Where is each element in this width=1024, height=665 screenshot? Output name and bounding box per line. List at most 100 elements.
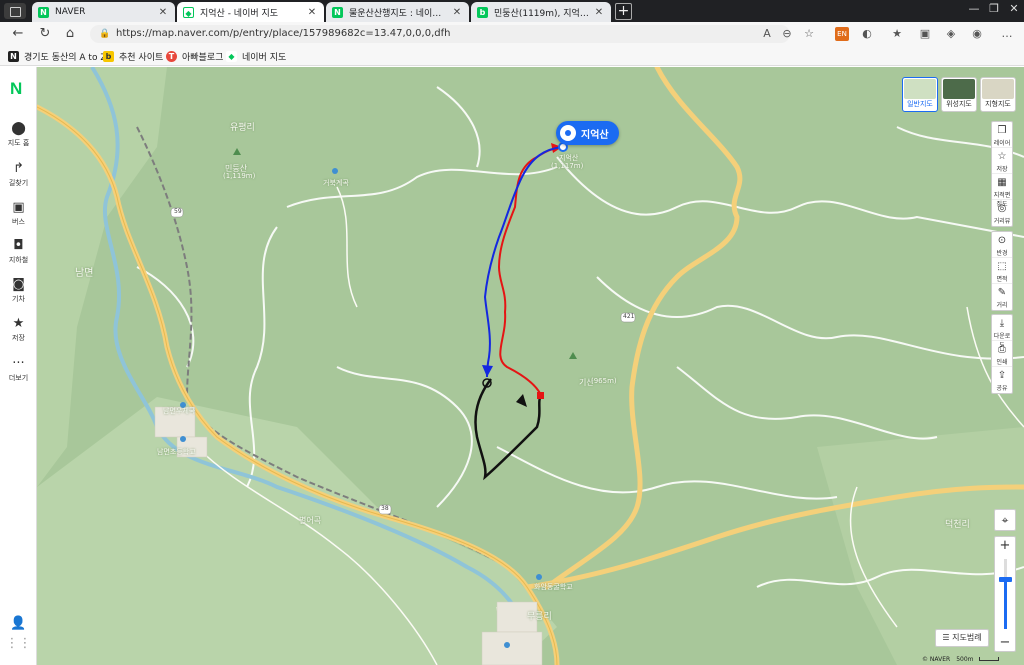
bookmark-label: 아빠블로그: [182, 52, 224, 63]
tool-share[interactable]: ⇪ 공유: [992, 367, 1012, 393]
tool-streetview[interactable]: ◎ 거리뷰: [992, 200, 1012, 226]
zoom-out-button[interactable]: −: [995, 635, 1015, 650]
more-menu-icon[interactable]: …: [1000, 27, 1014, 41]
sidebar-item-label: 지도 홈: [7, 139, 30, 147]
sidebar-item-saved[interactable]: ★ 저장: [0, 316, 37, 343]
place-hwaam: 화암동굴학교: [534, 583, 573, 591]
sidebar-item-train[interactable]: ◙ 기차: [0, 277, 37, 304]
bookmark-item[interactable]: b 추천 사이트: [103, 49, 163, 63]
user-profile-icon[interactable]: 👤: [0, 616, 37, 632]
bookmark-item[interactable]: N 경기도 동산의 A to Z: [8, 49, 106, 63]
window-menu-icon[interactable]: [4, 3, 26, 19]
back-icon[interactable]: ←: [10, 26, 26, 42]
map-type-switcher: 일반지도 위성지도 지형지도: [902, 77, 1016, 112]
sidebar-item-map-home[interactable]: ⬤ 지도 홈: [0, 121, 37, 148]
tool-label: 면적: [996, 276, 1008, 283]
bus-icon: ▣: [12, 200, 25, 215]
close-window-icon[interactable]: ✕: [1004, 2, 1024, 15]
tab-title: 물운산산행지도 : 네이버 VIEW검: [349, 8, 447, 19]
place-pin-marker[interactable]: 지억산: [556, 121, 619, 145]
close-tab-icon[interactable]: ✕: [451, 7, 463, 18]
extension-puzzle-icon[interactable]: ◐: [860, 27, 874, 41]
naver-logo[interactable]: N: [10, 79, 22, 99]
bookmark-label: 네이버 지도: [242, 52, 287, 63]
tool-label: 인쇄: [996, 359, 1008, 366]
map-terrain: [37, 67, 1024, 665]
naver-favicon-icon: N: [38, 6, 49, 18]
directions-icon: ↱: [13, 161, 24, 176]
address-bar[interactable]: 🔒 https://map.naver.com/p/entry/place/15…: [90, 25, 790, 43]
copilot-icon[interactable]: ◈: [944, 27, 958, 41]
bookmark-item[interactable]: ◆ 네이버 지도: [226, 49, 286, 63]
sidebar-item-directions[interactable]: ↱ 길찾기: [0, 161, 37, 188]
map-legend-button[interactable]: ☰ 지도범례: [935, 629, 989, 647]
map-scale: © NAVER 500m: [922, 654, 1000, 664]
home-icon[interactable]: ⌂: [62, 26, 78, 42]
sidebar-item-subway[interactable]: ◘ 지하철: [0, 238, 37, 265]
tool-save[interactable]: ☆ 저장: [992, 148, 1012, 174]
apps-grid-icon[interactable]: ⋮⋮: [0, 636, 37, 652]
account-icon[interactable]: ◉: [970, 27, 984, 41]
ruler-icon: ✎: [997, 287, 1007, 298]
tool-label: 레이어: [993, 140, 1011, 147]
address-toolbar: ← ↻ ⌂ 🔒 https://map.naver.com/p/entry/pl…: [0, 22, 1024, 46]
map-canvas[interactable]: 유평리 남면 민둥산 (1,119m) 지억산 (1,117m) 기산 (965…: [37, 67, 1024, 665]
close-tab-icon[interactable]: ✕: [157, 7, 169, 18]
map-tools-measure: ⊙ 반경 ⬚ 면적 ✎ 거리: [991, 231, 1013, 311]
sidebar-item-more[interactable]: ··· 더보기: [0, 356, 37, 383]
bookmarks-bar: N 경기도 동산의 A to Z b 추천 사이트 T 아빠블로그 ◆ 네이버 …: [0, 46, 1024, 66]
tool-label: 거리: [996, 302, 1008, 309]
tool-print[interactable]: ⎙ 인쇄: [992, 341, 1012, 367]
sidebar-item-label: 더보기: [8, 374, 29, 382]
naver-map-icon: ◆: [226, 50, 237, 62]
tool-cadastral[interactable]: ▦ 지적편집도: [992, 174, 1012, 208]
zoom-icon[interactable]: ⊖: [780, 27, 794, 41]
bookmark-item[interactable]: T 아빠블로그: [166, 49, 223, 63]
layers-icon: ❒: [997, 125, 1007, 136]
radius-icon: ⊙: [997, 235, 1007, 246]
place-post-office: 남면우체국: [163, 407, 196, 415]
place-mureungri: 무릉리: [527, 612, 552, 622]
current-location-button[interactable]: ⌖: [994, 509, 1016, 531]
browser-tab-naver[interactable]: N NAVER ✕: [32, 2, 175, 22]
scale-label: 500m: [956, 655, 974, 663]
browser-tab-blog-post[interactable]: b 민둥산(1119m), 지억산(물운산 1 ✕: [471, 2, 611, 22]
elev-jieoksan: (1,117m): [551, 162, 584, 170]
maximize-icon[interactable]: ❐: [984, 2, 1004, 15]
notion-icon: N: [8, 50, 19, 62]
elev-gisan: (965m): [591, 377, 617, 385]
tool-radius[interactable]: ⊙ 반경: [992, 232, 1012, 258]
naver-map-favicon-icon: ◆: [183, 6, 194, 18]
close-tab-icon[interactable]: ✕: [593, 7, 605, 18]
tool-distance[interactable]: ✎ 거리: [992, 284, 1012, 310]
map-type-satellite[interactable]: 위성지도: [941, 77, 977, 112]
tool-area[interactable]: ⬚ 면적: [992, 258, 1012, 284]
favorites-icon[interactable]: ★: [890, 27, 904, 41]
tool-label: 저장: [996, 166, 1008, 173]
collections-icon[interactable]: ▣: [918, 27, 932, 41]
close-tab-icon[interactable]: ✕: [306, 7, 318, 18]
new-tab-button[interactable]: +: [615, 3, 632, 20]
extension-icon[interactable]: EN: [835, 27, 849, 41]
map-type-normal[interactable]: 일반지도: [902, 77, 938, 112]
place-valley: 거북계곡: [323, 179, 349, 187]
train-icon: ◙: [12, 277, 25, 292]
favorite-add-icon[interactable]: ☆: [802, 27, 816, 41]
sidebar-item-bus[interactable]: ▣ 버스: [0, 200, 37, 227]
map-type-terrain[interactable]: 지형지도: [980, 77, 1016, 112]
tool-layers[interactable]: ❒ 레이어: [992, 122, 1012, 148]
minimize-icon[interactable]: —: [964, 2, 984, 15]
map-type-label: 지형지도: [985, 100, 1011, 108]
reload-icon[interactable]: ↻: [37, 26, 53, 42]
tool-download[interactable]: ⤓ 다운로드: [992, 315, 1012, 349]
more-icon: ···: [12, 356, 25, 371]
read-aloud-icon[interactable]: A: [760, 27, 774, 41]
elev-mindungsan: (1,119m): [223, 172, 256, 180]
sidebar-item-label: 버스: [12, 218, 25, 226]
browser-tab-blog-search[interactable]: N 물운산산행지도 : 네이버 VIEW검 ✕: [326, 2, 469, 22]
zoom-in-button[interactable]: +: [995, 538, 1015, 553]
browser-tab-naver-map[interactable]: ◆ 지억산 - 네이버 지도 ✕: [177, 2, 324, 22]
zoom-slider-handle[interactable]: [999, 576, 1012, 582]
road-shield-59: 59: [174, 208, 182, 215]
road-shield-421: 421: [623, 313, 635, 320]
